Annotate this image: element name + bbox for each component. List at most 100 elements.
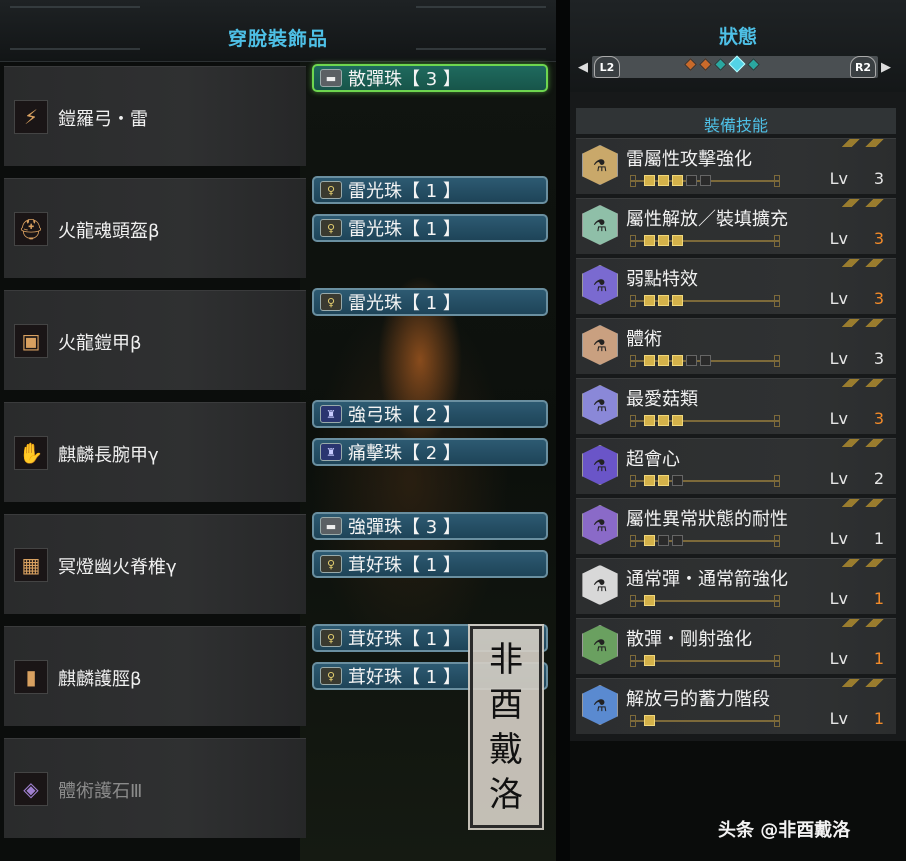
skill-row[interactable]: ⚗ 超會心 Lv 2 — [576, 438, 896, 494]
skill-name: 通常彈・通常箭強化 — [626, 569, 788, 590]
decoration-icon: ♜ — [320, 443, 342, 461]
level-pip-filled — [658, 475, 669, 486]
gauge-end — [774, 595, 780, 607]
level-value: 3 — [873, 169, 884, 188]
gauge-end — [630, 535, 636, 547]
level-pip-filled — [658, 175, 669, 186]
skill-level-gauge — [630, 355, 780, 367]
level-pip-filled — [644, 175, 655, 186]
skill-name: 體術 — [626, 329, 662, 350]
status-panel-title: 狀態 — [718, 26, 757, 48]
equipment-card[interactable]: ▣ 火龍鎧甲β — [4, 290, 306, 390]
gauge-end — [630, 295, 636, 307]
legs-icon: ▮ — [14, 660, 48, 694]
level-pip-empty — [658, 535, 669, 546]
skill-row[interactable]: ⚗ 屬性解放／裝填擴充 Lv 3 — [576, 198, 896, 254]
equipment-name: 鎧羅弓・雷 — [58, 109, 148, 130]
l2-button[interactable]: L2 — [594, 56, 620, 78]
waist-icon: ▦ — [14, 548, 48, 582]
level-pip-filled — [672, 175, 683, 186]
level-pip-empty — [700, 355, 711, 366]
decoration-slot[interactable]: ♀ 茸好珠【 1 】 — [312, 550, 548, 578]
page-dot[interactable] — [684, 57, 697, 71]
equipment-card[interactable]: ▦ 冥燈幽火脊椎γ — [4, 514, 306, 614]
skill-row[interactable]: ⚗ 弱點特效 Lv 3 — [576, 258, 896, 314]
gauge-end — [774, 235, 780, 247]
skill-row[interactable]: ⚗ 散彈・剛射強化 Lv 1 — [576, 618, 896, 674]
level-label: Lv — [829, 229, 848, 248]
decoration-slot[interactable]: ♜ 痛擊珠【 2 】 — [312, 438, 548, 466]
equipment-card[interactable]: ✋ 麒麟長腕甲γ — [4, 402, 306, 502]
level-pip-empty — [700, 175, 711, 186]
skill-gem-icon: ⚗ — [582, 625, 618, 665]
decoration-slot[interactable]: ♀ 雷光珠【 1 】 — [312, 288, 548, 316]
decoration-icon: ♀ — [320, 293, 342, 311]
level-label: Lv — [829, 349, 848, 368]
level-pip-filled — [672, 295, 683, 306]
skill-gem-icon: ⚗ — [582, 145, 618, 185]
skill-gem-icon: ⚗ — [582, 205, 618, 245]
page-dot[interactable] — [747, 57, 760, 71]
equipment-row: ▣ 火龍鎧甲β ♀ 雷光珠【 1 】 — [0, 286, 556, 398]
page-dot-active[interactable] — [728, 55, 746, 73]
level-value: 3 — [873, 229, 884, 248]
decoration-icon: ♀ — [320, 219, 342, 237]
level-pip-filled — [658, 415, 669, 426]
decoration-slot[interactable]: ▬ 散彈珠【 3 】 — [312, 64, 548, 92]
skill-level-gauge — [630, 655, 780, 667]
level-pip-filled — [658, 235, 669, 246]
level-pip-filled — [672, 235, 683, 246]
level-pip-filled — [644, 355, 655, 366]
equipment-card[interactable]: ⛑ 火龍魂頭盔β — [4, 178, 306, 278]
skill-row[interactable]: ⚗ 體術 Lv 3 — [576, 318, 896, 374]
gauge-end — [630, 595, 636, 607]
level-pip-filled — [644, 655, 655, 666]
equipment-card[interactable]: ▮ 麒麟護脛β — [4, 626, 306, 726]
equipment-card[interactable]: ◈ 體術護石Ⅲ — [4, 738, 306, 838]
decoration-slot[interactable]: ▬ 強彈珠【 3 】 — [312, 512, 548, 540]
level-label: Lv — [829, 649, 848, 668]
decoration-slot[interactable]: ♜ 強弓珠【 2 】 — [312, 400, 548, 428]
skill-gem-icon: ⚗ — [582, 505, 618, 545]
skill-row[interactable]: ⚗ 雷屬性攻擊強化 Lv 3 — [576, 138, 896, 194]
skill-row[interactable]: ⚗ 通常彈・通常箭強化 Lv 1 — [576, 558, 896, 614]
skill-name: 弱點特效 — [626, 269, 698, 290]
skill-row[interactable]: ⚗ 屬性異常狀態的耐性 Lv 1 — [576, 498, 896, 554]
gauge-end — [630, 235, 636, 247]
arrow-left-icon[interactable]: ◀ — [578, 60, 588, 75]
level-pips — [644, 595, 655, 606]
decoration-slot[interactable]: ♀ 雷光珠【 1 】 — [312, 176, 548, 204]
page-dot[interactable] — [699, 57, 712, 71]
decoration-label: 散彈珠【 3 】 — [348, 69, 461, 90]
equipment-row: ⚡ 鎧羅弓・雷 ▬ 散彈珠【 3 】 — [0, 62, 556, 174]
level-pip-filled — [644, 535, 655, 546]
skill-level-gauge — [630, 175, 780, 187]
decoration-icon: ♜ — [320, 405, 342, 423]
gauge-end — [630, 475, 636, 487]
equipment-row: ⛑ 火龍魂頭盔β ♀ 雷光珠【 1 】 ♀ 雷光珠【 1 】 — [0, 174, 556, 286]
equipment-card[interactable]: ⚡ 鎧羅弓・雷 — [4, 66, 306, 166]
level-pip-filled — [644, 475, 655, 486]
skill-row[interactable]: ⚗ 解放弓的蓄力階段 Lv 1 — [576, 678, 896, 734]
decoration-slot[interactable]: ♀ 雷光珠【 1 】 — [312, 214, 548, 242]
decoration-icon: ▬ — [320, 517, 342, 535]
arrow-right-icon[interactable]: ▶ — [881, 60, 891, 75]
r2-button[interactable]: R2 — [850, 56, 876, 78]
equipment-name: 火龍魂頭盔β — [58, 221, 160, 242]
level-value: 2 — [873, 469, 884, 488]
level-value: 1 — [873, 589, 884, 608]
gauge-end — [774, 295, 780, 307]
level-pip-empty — [672, 535, 683, 546]
level-pip-filled — [644, 415, 655, 426]
left-panel-title: 穿脫裝飾品 — [227, 28, 328, 50]
skill-row[interactable]: ⚗ 最愛菇類 Lv 3 — [576, 378, 896, 434]
level-pips — [644, 415, 683, 426]
page-indicator — [684, 55, 760, 73]
level-label: Lv — [829, 709, 848, 728]
skill-name: 散彈・剛射強化 — [626, 629, 752, 650]
level-label: Lv — [829, 169, 848, 188]
level-pips — [644, 715, 655, 726]
skill-name: 屬性解放／裝填擴充 — [626, 209, 788, 230]
level-pip-filled — [658, 355, 669, 366]
page-dot[interactable] — [714, 57, 727, 71]
